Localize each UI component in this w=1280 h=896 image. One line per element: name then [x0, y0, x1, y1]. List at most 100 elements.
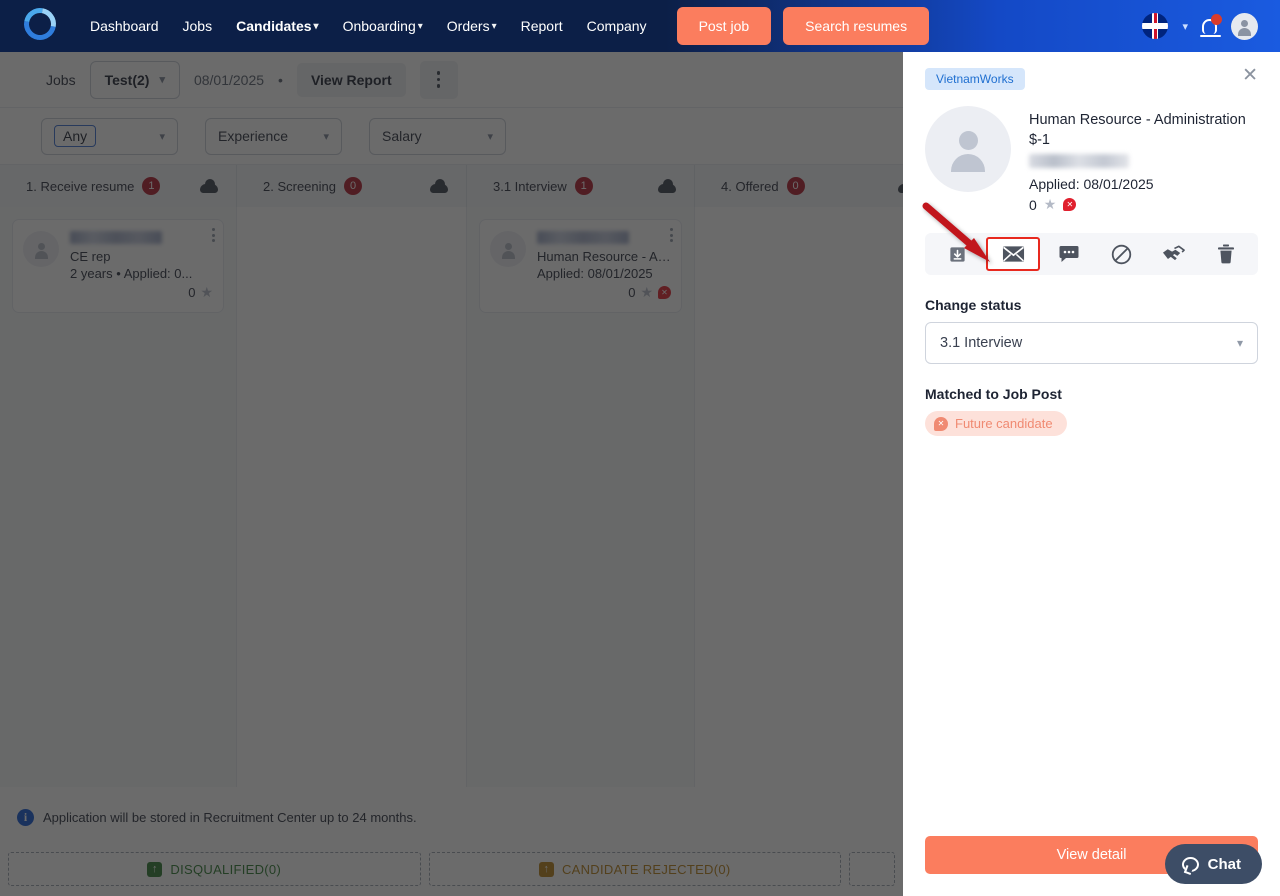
- nav-item-jobs[interactable]: Jobs: [171, 10, 225, 42]
- chevron-down-icon: ▾: [487, 130, 493, 143]
- post-job-button[interactable]: Post job: [676, 7, 772, 45]
- change-status-value: 3.1 Interview: [940, 335, 1023, 351]
- filter-salary[interactable]: Salary ▾: [369, 117, 506, 155]
- jobs-label: Jobs: [46, 71, 76, 88]
- job-selector-value: Test(2): [104, 71, 150, 88]
- toolbar-separator: •: [278, 71, 283, 88]
- filter-any[interactable]: Any ▾: [41, 117, 178, 155]
- kanban-column-4: [695, 207, 935, 787]
- chat-widget-button[interactable]: Chat: [1164, 844, 1262, 884]
- kanban-column-count: 1: [142, 177, 161, 195]
- candidate-card-rating: 0 ★ ✕: [537, 284, 671, 301]
- candidate-summary: Human Resource - Administration $-1 Appl…: [925, 106, 1258, 213]
- kebab-menu-icon[interactable]: [419, 60, 458, 99]
- nav-item-label: Report: [520, 18, 563, 34]
- nav-item-candidates[interactable]: Candidates ▾: [224, 10, 331, 42]
- ban-icon[interactable]: [1099, 237, 1145, 271]
- chevron-down-icon: ▾: [1236, 336, 1243, 350]
- top-navigation-bar: Dashboard Jobs Candidates ▾ Onboarding ▾…: [0, 0, 1280, 52]
- envelope-icon[interactable]: [986, 237, 1041, 271]
- dropzone-disqualified-label: DISQUALIFIED(0): [170, 861, 282, 877]
- change-status-label: Change status: [925, 297, 1022, 313]
- kanban-column-header-2[interactable]: 2. Screening 0: [237, 165, 467, 207]
- candidate-card-rating: 0 ★: [70, 284, 213, 301]
- change-status-select[interactable]: 3.1 Interview ▾: [925, 322, 1258, 364]
- chevron-down-icon: ▾: [313, 20, 319, 32]
- matched-job-post-chip-label: Future candidate: [955, 416, 1053, 431]
- kanban-column-header-3[interactable]: 3.1 Interview 1: [467, 165, 695, 207]
- chat-bubble-icon[interactable]: [1046, 237, 1092, 271]
- candidate-action-bar: [925, 233, 1258, 275]
- company-logo[interactable]: [17, 1, 63, 47]
- card-menu-icon[interactable]: [212, 228, 215, 242]
- nav-item-company[interactable]: Company: [575, 10, 659, 42]
- card-menu-icon[interactable]: [670, 228, 673, 242]
- chat-widget-label: Chat: [1207, 855, 1241, 873]
- rating-value: 0: [628, 285, 636, 300]
- kanban-column-title: 1. Receive resume: [26, 178, 135, 194]
- nav-item-report[interactable]: Report: [509, 10, 575, 42]
- user-avatar-icon[interactable]: [1231, 12, 1258, 40]
- filter-experience-label: Experience: [218, 128, 289, 144]
- candidate-card-meta: 2 years • Applied: 0...: [70, 266, 193, 281]
- cloud-upload-icon[interactable]: [200, 179, 218, 193]
- chevron-down-icon: ▾: [323, 130, 329, 143]
- nav-item-onboarding[interactable]: Onboarding ▾: [331, 10, 435, 42]
- filter-experience[interactable]: Experience ▾: [205, 117, 342, 155]
- nav-item-label: Jobs: [182, 18, 213, 34]
- redacted-name: [1029, 154, 1129, 168]
- cloud-upload-icon[interactable]: [430, 179, 448, 193]
- candidate-rating: 0 ★ ✕: [1029, 196, 1246, 213]
- avatar: [23, 231, 59, 267]
- star-icon: ★: [1043, 196, 1057, 212]
- handshake-icon[interactable]: [1151, 237, 1197, 271]
- dropzone-rejected[interactable]: ↑ CANDIDATE REJECTED(0): [428, 852, 841, 886]
- download-icon[interactable]: [934, 237, 980, 271]
- filter-any-label: Any: [54, 125, 97, 147]
- candidate-card[interactable]: CE rep 2 years • Applied: 0... 0 ★: [12, 219, 224, 313]
- trash-icon[interactable]: [1203, 237, 1249, 271]
- nav-item-label: Dashboard: [90, 18, 159, 34]
- up-arrow-icon: ↑: [538, 861, 554, 877]
- candidate-salary: $-1: [1029, 132, 1050, 148]
- rating-value: 0: [1029, 196, 1037, 213]
- notification-dot: [1211, 13, 1222, 25]
- chevron-down-icon: ▾: [417, 20, 423, 32]
- kanban-column-header-1[interactable]: 1. Receive resume 1: [0, 165, 237, 207]
- kanban-column-header-4[interactable]: 4. Offered 0: [695, 165, 935, 207]
- view-report-button[interactable]: View Report: [296, 62, 406, 97]
- cloud-upload-icon[interactable]: [658, 179, 676, 193]
- kanban-column-count: 0: [786, 177, 805, 195]
- matched-job-post-label: Matched to Job Post: [925, 386, 1062, 402]
- chat-bubble-icon: [1181, 856, 1199, 872]
- up-arrow-icon: ↑: [147, 861, 163, 877]
- kanban-column-count: 0: [344, 177, 362, 195]
- kanban-column-2: [237, 207, 467, 787]
- redacted-name: [70, 231, 162, 244]
- matched-job-post-chip[interactable]: ✕ Future candidate: [925, 411, 1067, 436]
- candidate-card[interactable]: Human Resource - Ad... Applied: 08/01/20…: [479, 219, 682, 313]
- nav-item-dashboard[interactable]: Dashboard: [78, 10, 171, 42]
- nav-item-orders[interactable]: Orders ▾: [435, 10, 509, 42]
- job-selector[interactable]: Test(2) ▾: [89, 60, 180, 99]
- kanban-column-3: Human Resource - Ad... Applied: 08/01/20…: [467, 207, 695, 787]
- search-resumes-button[interactable]: Search resumes: [783, 7, 930, 45]
- chevron-down-icon: ▾: [159, 74, 165, 86]
- chevron-down-icon[interactable]: ▾: [1182, 20, 1188, 33]
- dropzone-rejected-label: CANDIDATE REJECTED(0): [561, 861, 731, 877]
- dropzone-extra[interactable]: [849, 852, 895, 886]
- candidate-card-title: CE rep: [70, 249, 111, 264]
- dropzone-row: ↑ DISQUALIFIED(0) ↑ CANDIDATE REJECTED(0…: [0, 852, 903, 896]
- panel-header: VietnamWorks ✕ Human Resource - Administ…: [903, 52, 1280, 213]
- panel-body: Change status 3.1 Interview ▾ Matched to…: [903, 275, 1280, 436]
- chevron-down-icon: ▾: [159, 130, 165, 143]
- close-icon[interactable]: ✕: [1242, 66, 1258, 85]
- candidate-title: Human Resource - Administration: [1029, 112, 1246, 128]
- avatar: [490, 231, 526, 267]
- avatar: [925, 106, 1011, 192]
- filter-salary-label: Salary: [382, 128, 422, 144]
- bell-icon[interactable]: [1200, 13, 1222, 37]
- dropzone-disqualified[interactable]: ↑ DISQUALIFIED(0): [8, 852, 421, 886]
- chevron-down-icon: ▾: [491, 20, 497, 32]
- uk-flag-icon[interactable]: [1142, 13, 1169, 39]
